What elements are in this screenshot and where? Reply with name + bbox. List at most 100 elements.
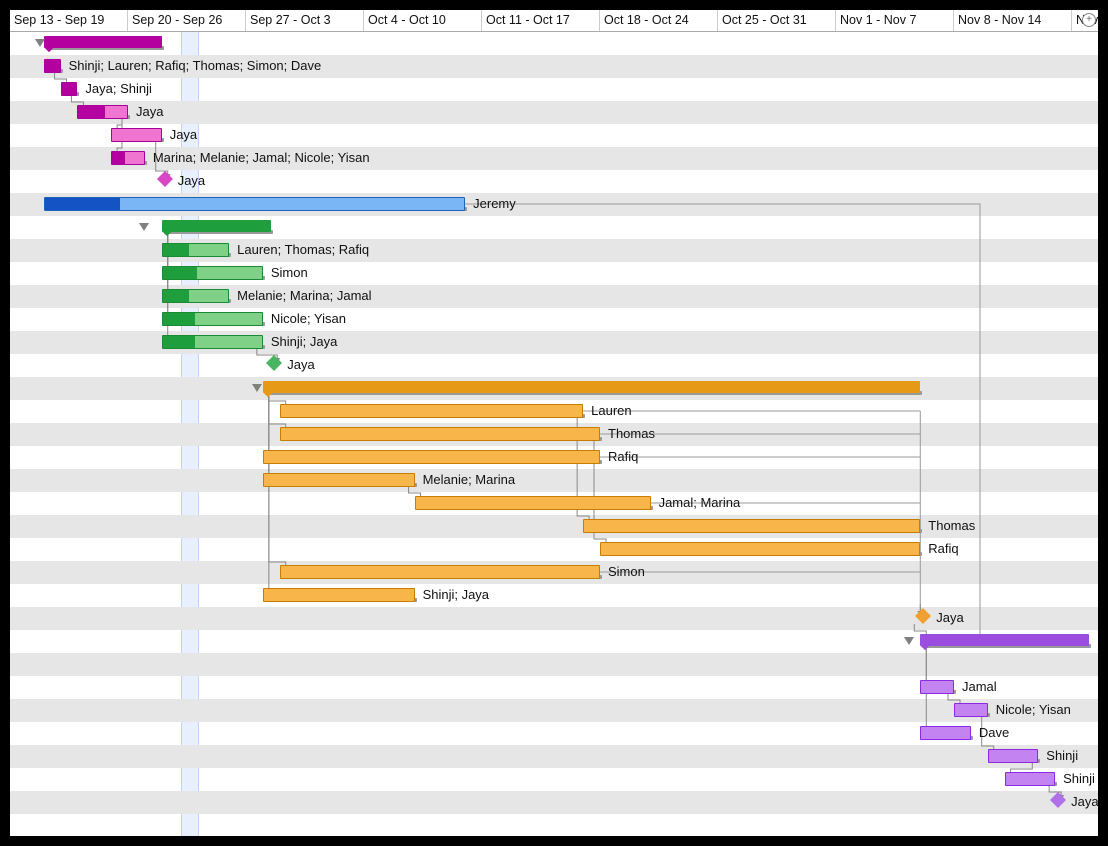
- gantt-row: Jaya: [10, 607, 1098, 630]
- gantt-row: Marina; Melanie; Jamal; Nicole; Yisan: [10, 147, 1098, 170]
- gantt-row: Jaya: [10, 354, 1098, 377]
- gantt-row: Rafiq: [10, 446, 1098, 469]
- task-bar-magenta[interactable]: [77, 105, 128, 119]
- disclosure-triangle-icon[interactable]: [35, 39, 45, 47]
- gantt-row: Jamal; Marina: [10, 492, 1098, 515]
- gantt-row: Jaya: [10, 791, 1098, 814]
- gantt-row: Thomas: [10, 515, 1098, 538]
- gantt-row: Rafiq: [10, 538, 1098, 561]
- task-bar-purple[interactable]: [920, 680, 954, 694]
- task-assignees: Nicole; Yisan: [271, 311, 346, 326]
- gantt-row: Jaya; Shinji: [10, 78, 1098, 101]
- timeline-column[interactable]: Oct 4 - Oct 10: [364, 10, 482, 31]
- timeline-column[interactable]: Oct 11 - Oct 17: [482, 10, 600, 31]
- gantt-row: Nicole; Yisan: [10, 699, 1098, 722]
- task-bar-green[interactable]: [162, 312, 263, 326]
- gantt-row: Jamal: [10, 676, 1098, 699]
- gantt-row: Jaya: [10, 124, 1098, 147]
- task-assignees: Simon: [608, 564, 645, 579]
- task-bar-orange[interactable]: [583, 519, 920, 533]
- task-assignees: Jaya: [170, 127, 197, 142]
- task-assignees: Shinji; Lauren; Rafiq; Thomas; Simon; Da…: [69, 58, 322, 73]
- task-bar-purple[interactable]: [988, 749, 1039, 763]
- gantt-row: Jeremy: [10, 193, 1098, 216]
- task-bar-green[interactable]: [162, 289, 229, 303]
- summary-bar-purple[interactable]: [920, 634, 1089, 646]
- task-assignees: Shinji; Jaya: [271, 334, 337, 349]
- task-bar-orange[interactable]: [415, 496, 651, 510]
- gantt-viewport[interactable]: Sep 13 - Sep 19Sep 20 - Sep 26Sep 27 - O…: [10, 10, 1098, 836]
- timeline-column[interactable]: Oct 18 - Oct 24: [600, 10, 718, 31]
- task-assignees: Jaya: [1071, 794, 1098, 809]
- disclosure-triangle-icon[interactable]: [139, 223, 149, 231]
- gantt-row: Lauren: [10, 400, 1098, 423]
- task-assignees: Marina; Melanie; Jamal; Nicole; Yisan: [153, 150, 370, 165]
- timeline-column[interactable]: Nov 1 - Nov 7: [836, 10, 954, 31]
- gantt-row: Jaya: [10, 170, 1098, 193]
- timeline-column[interactable]: Nov 8 - Nov 14: [954, 10, 1072, 31]
- gantt-row: Shinji; Jaya: [10, 584, 1098, 607]
- task-assignees: Nicole; Yisan: [996, 702, 1071, 717]
- task-assignees: Melanie; Marina; Jamal: [237, 288, 371, 303]
- task-assignees: Thomas: [608, 426, 655, 441]
- summary-bar-green[interactable]: [162, 220, 272, 232]
- task-assignees: Jaya; Shinji: [85, 81, 151, 96]
- disclosure-triangle-icon[interactable]: [252, 384, 262, 392]
- add-column-button[interactable]: +: [1082, 13, 1096, 27]
- task-assignees: Jaya: [178, 173, 205, 188]
- task-assignees: Lauren; Thomas; Rafiq: [237, 242, 369, 257]
- task-bar-purple[interactable]: [1005, 772, 1056, 786]
- gantt-row: Dave: [10, 722, 1098, 745]
- task-bar-orange[interactable]: [280, 565, 600, 579]
- gantt-chart-area[interactable]: Shinji; Lauren; Rafiq; Thomas; Simon; Da…: [10, 32, 1098, 836]
- task-assignees: Jaya: [136, 104, 163, 119]
- milestone-magenta[interactable]: [154, 173, 170, 189]
- timeline-column[interactable]: Oct 25 - Oct 31: [718, 10, 836, 31]
- task-bar-orange[interactable]: [263, 450, 600, 464]
- task-assignees: Jamal: [962, 679, 997, 694]
- timeline-column[interactable]: Sep 13 - Sep 19: [10, 10, 128, 31]
- task-assignees: Lauren: [591, 403, 631, 418]
- task-bar-orange[interactable]: [263, 473, 415, 487]
- task-assignees: Melanie; Marina: [423, 472, 516, 487]
- task-assignees: Thomas: [928, 518, 975, 533]
- task-bar-green[interactable]: [162, 266, 263, 280]
- gantt-row: Shinji: [10, 745, 1098, 768]
- gantt-row: Lauren; Thomas; Rafiq: [10, 239, 1098, 262]
- timeline-header: Sep 13 - Sep 19Sep 20 - Sep 26Sep 27 - O…: [10, 10, 1098, 32]
- task-bar-orange[interactable]: [280, 404, 583, 418]
- gantt-row: Nicole; Yisan: [10, 308, 1098, 331]
- task-bar-magenta[interactable]: [111, 128, 162, 142]
- task-assignees: Shinji: [1046, 748, 1078, 763]
- gantt-row: [10, 377, 1098, 400]
- gantt-row: Melanie; Marina; Jamal: [10, 285, 1098, 308]
- task-bar-purple[interactable]: [920, 726, 971, 740]
- timeline-column[interactable]: Sep 20 - Sep 26: [128, 10, 246, 31]
- summary-bar-orange[interactable]: [263, 381, 920, 393]
- task-bar-orange[interactable]: [600, 542, 920, 556]
- milestone-green[interactable]: [263, 357, 279, 373]
- task-bar-magenta[interactable]: [61, 82, 78, 96]
- task-bar-green[interactable]: [162, 335, 263, 349]
- gantt-row: [10, 653, 1098, 676]
- gantt-row: Shinji; Jaya: [10, 331, 1098, 354]
- task-bar-magenta[interactable]: [44, 59, 61, 73]
- task-bar-blue[interactable]: [44, 197, 465, 211]
- gantt-row: Jaya: [10, 101, 1098, 124]
- gantt-row: Simon: [10, 262, 1098, 285]
- disclosure-triangle-icon[interactable]: [904, 637, 914, 645]
- milestone-purple[interactable]: [1047, 794, 1063, 810]
- task-bar-orange[interactable]: [263, 588, 415, 602]
- task-assignees: Shinji; Jaya: [423, 587, 489, 602]
- task-assignees: Jamal; Marina: [659, 495, 741, 510]
- milestone-orange[interactable]: [912, 610, 928, 626]
- gantt-row: Shinji: [10, 768, 1098, 791]
- gantt-row: [10, 32, 1098, 55]
- task-bar-green[interactable]: [162, 243, 229, 257]
- task-bar-orange[interactable]: [280, 427, 600, 441]
- timeline-column[interactable]: Sep 27 - Oct 3: [246, 10, 364, 31]
- summary-bar-magenta[interactable]: [44, 36, 162, 48]
- task-assignees: Jaya: [287, 357, 314, 372]
- task-bar-purple[interactable]: [954, 703, 988, 717]
- task-bar-magenta[interactable]: [111, 151, 145, 165]
